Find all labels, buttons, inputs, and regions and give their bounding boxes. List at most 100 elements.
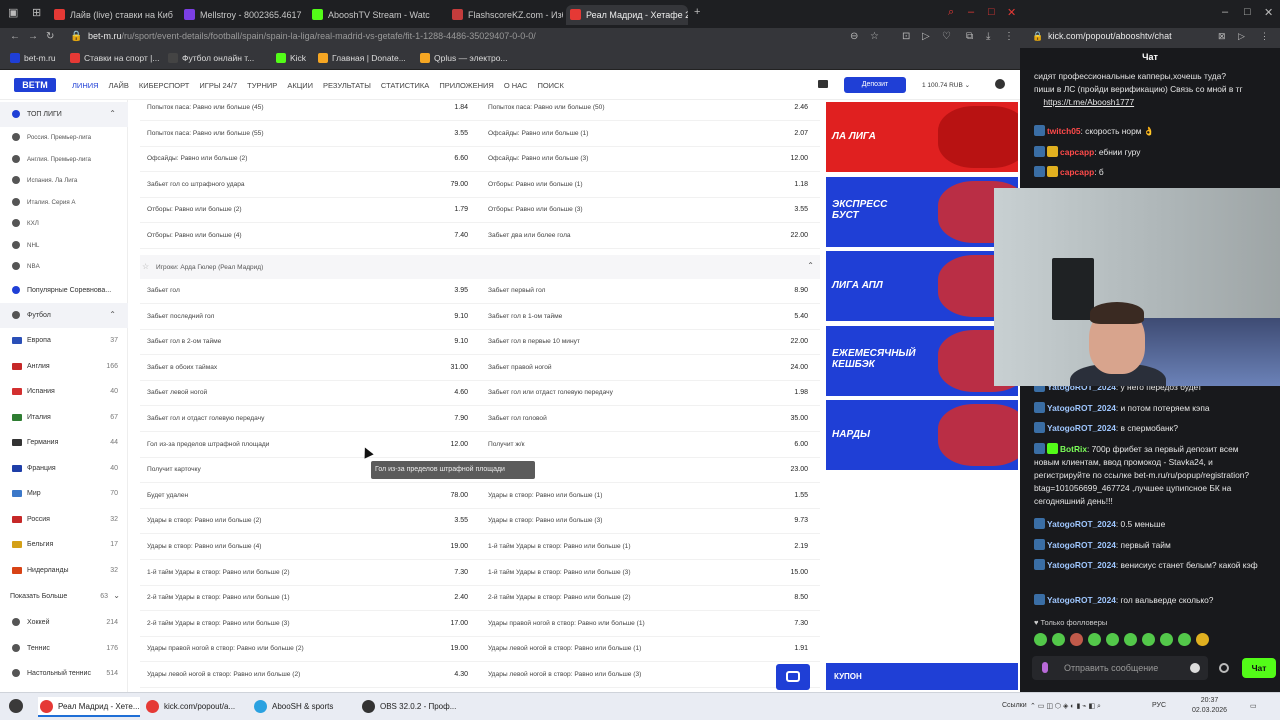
sidebar-sport-item[interactable]: Хоккей 214 — [0, 610, 128, 635]
emote-icon[interactable] — [1142, 633, 1155, 646]
browser-tab[interactable]: AbooshTV Stream - Watc — [308, 5, 443, 25]
sidebar-league-item[interactable]: Англия. Премьер-лига — [0, 147, 128, 169]
player-section-header[interactable]: ☆ Игроки: Арда Гюлер (Реал Мадрид) ⌃ — [140, 255, 820, 279]
mic-icon[interactable] — [1042, 662, 1048, 673]
market-name[interactable]: Удары в створ: Равно или больше (3) — [488, 517, 602, 524]
browser-tab[interactable]: Лайв (live) ставки на Киб — [50, 5, 175, 25]
kick-minimize-icon[interactable]: – — [1222, 6, 1228, 18]
market-odds-button[interactable]: 19.00 — [440, 645, 468, 652]
bookmark-item[interactable]: Главная | Donate... — [318, 53, 406, 63]
market-name[interactable]: Забьет последний гол — [147, 313, 214, 320]
more-icon[interactable]: ⋮ — [1260, 31, 1269, 42]
market-odds-button[interactable]: 2.07 — [780, 130, 808, 137]
market-odds-button[interactable]: 4.60 — [440, 389, 468, 396]
nav-item[interactable]: РЕЗУЛЬТАТЫ — [323, 81, 371, 90]
market-name[interactable]: Забьет гол и отдаст голевую передачу — [147, 415, 264, 422]
market-name[interactable]: Удары левой ногой в створ: Равно или бол… — [488, 645, 641, 652]
nav-item[interactable]: ПРИЛОЖЕНИЯ — [439, 81, 494, 90]
sidebar-country-item[interactable]: Мир 70 — [0, 481, 128, 506]
emote-icon[interactable] — [1160, 633, 1173, 646]
market-name[interactable]: Забьет гол — [147, 287, 180, 294]
market-odds-button[interactable]: 2.19 — [780, 543, 808, 550]
market-odds-button[interactable]: 3.55 — [780, 206, 808, 213]
chat-username[interactable]: YatogoROT_2024 — [1047, 423, 1116, 433]
chat-username[interactable]: YatogoROT_2024 — [1047, 540, 1116, 550]
market-odds-button[interactable]: 1.98 — [780, 389, 808, 396]
sidebar-country-item[interactable]: Франция 40 — [0, 456, 128, 481]
market-odds-button[interactable]: 7.30 — [440, 569, 468, 576]
reload-icon[interactable]: ↻ — [46, 31, 54, 42]
market-name[interactable]: Удары в створ: Равно или больше (4) — [147, 543, 261, 550]
market-odds-button[interactable]: 31.00 — [440, 364, 468, 371]
taskbar-app[interactable]: kick.com/popout/a... — [144, 697, 246, 717]
market-name[interactable]: Удары правой ногой в створ: Равно или бо… — [488, 620, 645, 627]
market-name[interactable]: Отборы: Равно или больше (3) — [488, 206, 583, 213]
market-odds-button[interactable]: 7.90 — [440, 415, 468, 422]
sidebar-league-item[interactable]: NBA — [0, 254, 128, 276]
sidebar-country-item[interactable]: Германия 44 — [0, 430, 128, 455]
market-name[interactable]: Забьет гол в 2-ом тайме — [147, 338, 221, 345]
sidebar-country-item[interactable]: Европа 37 — [0, 328, 128, 353]
emote-icon[interactable] — [1196, 633, 1209, 646]
market-name[interactable]: Офсайды: Равно или больше (2) — [147, 155, 247, 162]
chat-username[interactable]: сарсарр — [1060, 167, 1094, 177]
market-odds-button[interactable]: 7.40 — [440, 232, 468, 239]
market-name[interactable]: Офсайды: Равно или больше (1) — [488, 130, 588, 137]
chat-username[interactable]: YatogoROT_2024 — [1047, 595, 1116, 605]
emote-bar[interactable] — [1034, 633, 1234, 647]
show-more-button[interactable]: Показать Больше 63 ⌄ — [0, 584, 128, 609]
user-icon[interactable] — [995, 79, 1005, 89]
back-icon[interactable]: ← — [10, 31, 20, 42]
balance-dropdown[interactable]: 1 100.74 RUB ⌄ — [922, 81, 970, 89]
market-odds-button[interactable]: 17.00 — [440, 620, 468, 627]
market-odds-button[interactable]: 8.50 — [780, 594, 808, 601]
nav-item[interactable]: ИГРЫ 24/7 — [199, 81, 237, 90]
chat-username[interactable]: YatogoROT_2024 — [1047, 403, 1116, 413]
promo-banner[interactable]: ЛИГА АПЛ — [826, 251, 1018, 321]
market-name[interactable]: Офсайды: Равно или больше (3) — [488, 155, 588, 162]
chat-input[interactable]: Отправить сообщение — [1032, 656, 1208, 680]
tray-icons[interactable]: ⌃ ▭ ◫ ⬡ ◈ ◐ ▮ ⌁ ◧ ⌕ — [1030, 702, 1101, 711]
market-name[interactable]: Удары левой ногой в створ: Равно или бол… — [488, 671, 641, 678]
chat-username[interactable]: twitch05 — [1047, 126, 1081, 136]
emote-icon[interactable] — [1088, 633, 1101, 646]
kick-maximize-icon[interactable]: □ — [1244, 6, 1251, 18]
maximize-icon[interactable]: □ — [988, 6, 995, 18]
market-name[interactable]: Удары правой ногой в створ: Равно или бо… — [147, 645, 304, 652]
market-name[interactable]: Попыток паса: Равно или больше (55) — [147, 130, 264, 137]
market-name[interactable]: Удары в створ: Равно или больше (1) — [488, 492, 602, 499]
nav-item[interactable]: ЛАЙВ — [109, 81, 129, 90]
market-odds-button[interactable]: 1.55 — [780, 492, 808, 499]
chevron-up-icon[interactable]: ⌃ — [807, 261, 814, 270]
taskbar-app[interactable]: OBS 32.0.2 - Проф... — [360, 697, 460, 717]
sidebar-league-item[interactable]: NHL — [0, 233, 128, 255]
extensions-icon[interactable]: ⧉ — [966, 31, 973, 42]
market-name[interactable]: Забьет гол со штрафного удара — [147, 181, 245, 188]
kick-close-icon[interactable]: ✕ — [1264, 6, 1273, 19]
sidebar-country-item[interactable]: Испания 40 — [0, 379, 128, 404]
nav-item[interactable]: ПОИСК — [537, 81, 563, 90]
chat-username[interactable]: BotRix — [1060, 444, 1087, 454]
send-icon[interactable]: ▷ — [1238, 31, 1245, 42]
emote-icon[interactable] — [1124, 633, 1137, 646]
market-name[interactable]: Отборы: Равно или больше (1) — [488, 181, 583, 188]
bookmark-item[interactable]: bet-m.ru — [10, 53, 56, 63]
market-odds-button[interactable]: 2.40 — [440, 594, 468, 601]
market-name[interactable]: Будет удален — [147, 492, 188, 499]
send-chat-button[interactable]: Чат — [1242, 658, 1276, 678]
sidebar-league-item[interactable]: КХЛ — [0, 211, 128, 233]
market-odds-button[interactable]: 12.00 — [440, 441, 468, 448]
market-name[interactable]: Забьет гол головой — [488, 415, 547, 422]
telegram-link[interactable]: https://t.me/Aboosh1777 — [1043, 97, 1134, 107]
screenshot-icon[interactable]: ⊡ — [902, 31, 910, 42]
market-odds-button[interactable]: 12.00 — [780, 155, 808, 162]
new-tab-button[interactable]: + — [694, 6, 700, 18]
market-odds-button[interactable]: 3.55 — [440, 130, 468, 137]
url-field[interactable]: bet-m.ru/ru/sport/event-details/football… — [88, 31, 536, 41]
market-name[interactable]: 2-й тайм Удары в створ: Равно или больше… — [488, 594, 631, 601]
chat-username[interactable]: сарсарр — [1060, 147, 1094, 157]
browser-tab[interactable]: Mellstroy - 8002365.4617 — [180, 5, 305, 25]
market-odds-button[interactable]: 9.10 — [440, 313, 468, 320]
market-name[interactable]: Получит ж/к — [488, 441, 525, 448]
kick-url[interactable]: kick.com/popout/abooshtv/chat — [1048, 31, 1172, 41]
